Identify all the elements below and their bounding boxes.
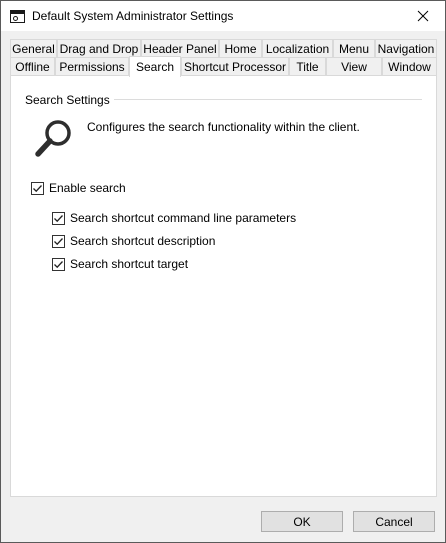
search-description-label[interactable]: Search shortcut description [70, 234, 215, 248]
tab-label: Menu [338, 42, 370, 56]
dialog-footer: OK Cancel [1, 501, 445, 542]
tab-title[interactable]: Title [289, 57, 326, 76]
checkmark-icon [54, 261, 63, 269]
checkmark-icon [54, 215, 63, 223]
title-bar: Default System Administrator Settings [1, 1, 445, 31]
tab-label: Permissions [59, 60, 125, 74]
enable-search-checkbox[interactable] [31, 182, 44, 195]
tab-label: Offline [15, 60, 50, 74]
tab-label: Home [224, 42, 257, 56]
tab-menu[interactable]: Menu [333, 39, 375, 58]
tab-search[interactable]: Search [129, 56, 181, 77]
tab-label: View [341, 60, 367, 74]
checkmark-icon [54, 238, 63, 246]
cancel-button[interactable]: Cancel [353, 511, 435, 532]
tab-label: Window [388, 60, 431, 74]
tab-navigation[interactable]: Navigation [375, 39, 437, 58]
checkmark-icon [33, 185, 42, 193]
search-cmdline-params-checkbox[interactable] [52, 212, 65, 225]
search-icon [35, 120, 71, 157]
tab-label: Title [296, 60, 319, 74]
tab-view[interactable]: View [326, 57, 382, 76]
tab-label: Drag and Drop [59, 42, 139, 56]
tab-offline[interactable]: Offline [10, 57, 55, 76]
search-description-checkbox[interactable] [52, 235, 65, 248]
close-button[interactable] [400, 1, 445, 31]
app-settings-icon [10, 10, 25, 23]
search-tab-panel: Search Settings Configures the search fu… [10, 75, 437, 497]
ok-button[interactable]: OK [261, 511, 343, 532]
window-title: Default System Administrator Settings [32, 9, 234, 23]
tab-permissions[interactable]: Permissions [55, 57, 129, 76]
tab-label: Shortcut Processor [183, 60, 287, 74]
group-title: Search Settings [25, 93, 114, 107]
enable-search-label[interactable]: Enable search [49, 181, 126, 195]
tab-label: Localization [265, 42, 330, 56]
search-description: Configures the search functionality with… [87, 120, 360, 134]
tab-label: General [12, 42, 55, 56]
tab-label: Header Panel [143, 42, 217, 56]
tab-home[interactable]: Home [219, 39, 262, 58]
tab-localization[interactable]: Localization [262, 39, 333, 58]
close-icon [417, 10, 428, 22]
settings-window: Default System Administrator Settings Ge… [0, 0, 446, 543]
tab-label: Navigation [377, 42, 435, 56]
search-target-checkbox[interactable] [52, 258, 65, 271]
tab-label: Search [135, 60, 175, 74]
search-target-label[interactable]: Search shortcut target [70, 257, 188, 271]
tab-shortcut-processor[interactable]: Shortcut Processor [181, 57, 289, 76]
tab-window[interactable]: Window [382, 57, 437, 76]
tab-general[interactable]: General [10, 39, 57, 58]
search-cmdline-params-label[interactable]: Search shortcut command line parameters [70, 211, 296, 225]
